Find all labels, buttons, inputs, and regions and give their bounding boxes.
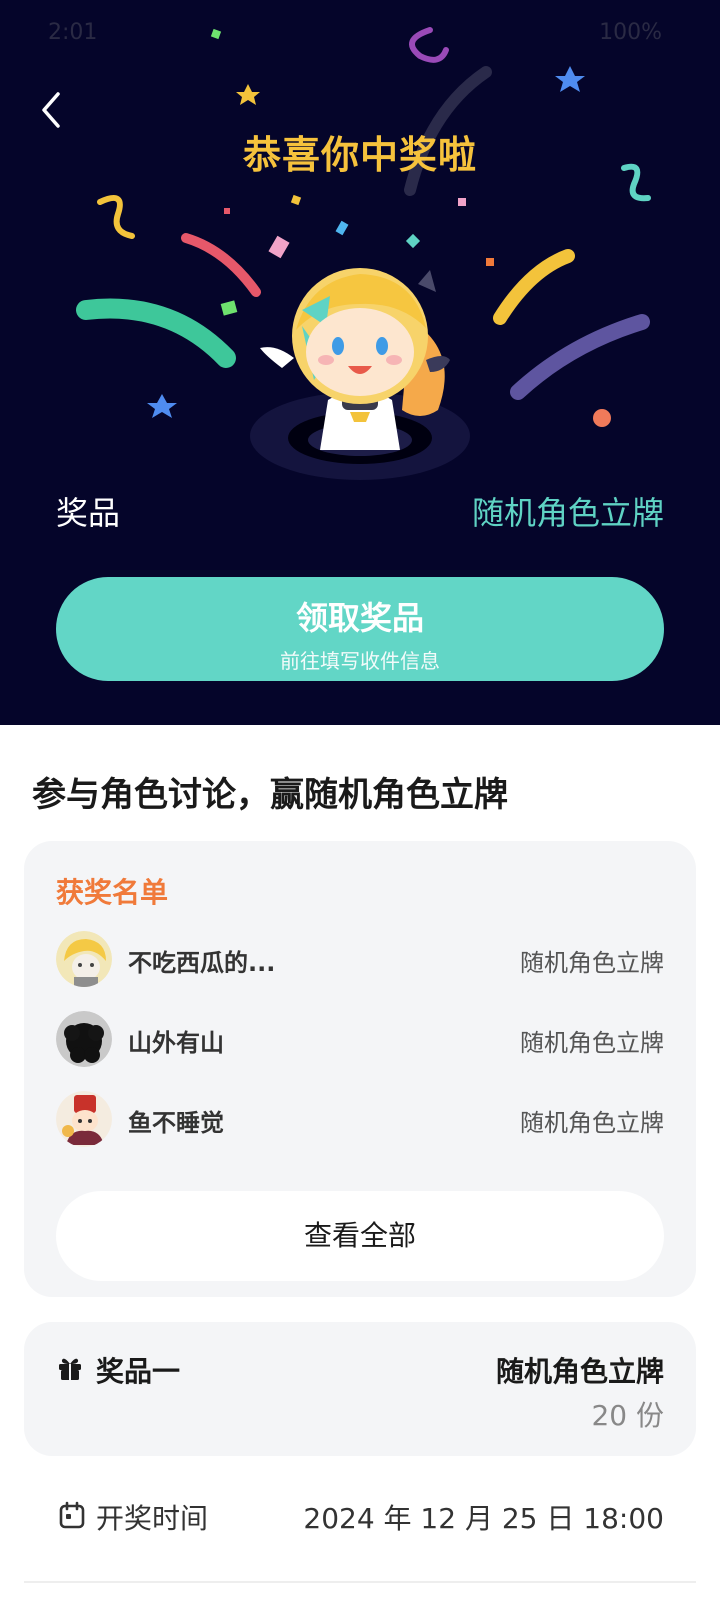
winners-heading: 获奖名单: [56, 876, 169, 909]
prize-value: 随机角色立牌: [471, 494, 664, 532]
winner-row[interactable]: 山外有山 随机角色立牌: [56, 1009, 664, 1069]
winner-name: 不吃西瓜的...: [128, 949, 276, 977]
claim-prize-button[interactable]: 领取奖品 前往填写收件信息: [56, 577, 664, 681]
page-title: 恭喜你中奖啦: [242, 133, 477, 177]
gift-icon: [59, 1358, 81, 1380]
winner-row[interactable]: 鱼不睡觉 随机角色立牌: [56, 1089, 664, 1149]
winner-prize: 随机角色立牌: [520, 1109, 664, 1137]
divider: [24, 1581, 696, 1583]
claim-prize-subtitle: 前往填写收件信息: [280, 649, 440, 673]
draw-time-row: 开奖时间 2024 年 12 月 25 日 18:00: [24, 1477, 696, 1557]
mascot-illustration: [250, 268, 470, 480]
activity-title: 参与角色讨论，赢随机角色立牌: [32, 775, 508, 815]
winner-name: 山外有山: [128, 1029, 224, 1057]
claim-prize-title: 领取奖品: [295, 599, 424, 637]
prize-card-label: 奖品一: [96, 1355, 181, 1388]
calendar-icon: [59, 1501, 85, 1529]
draw-time-label: 开奖时间: [96, 1502, 209, 1535]
prize-card-count: 20 份: [591, 1399, 664, 1432]
winner-prize: 随机角色立牌: [520, 1029, 664, 1057]
winner-name: 鱼不睡觉: [128, 1109, 224, 1137]
view-all-button[interactable]: 查看全部: [56, 1191, 664, 1281]
avatar: [56, 1091, 112, 1147]
avatar: [56, 931, 112, 987]
winners-card: 获奖名单 不吃西瓜的... 随机角色立牌 山外有山 随机角色立牌 鱼不睡觉 随机…: [24, 841, 696, 1297]
hero-section: 2:01 100% 恭喜你中奖啦 奖品 随机角色立牌 领取奖品 前往填写收件信息: [0, 0, 720, 725]
avatar: [56, 1011, 112, 1067]
view-all-label: 查看全部: [303, 1219, 416, 1252]
winner-row[interactable]: 不吃西瓜的... 随机角色立牌: [56, 929, 664, 989]
prize-label: 奖品: [56, 494, 121, 532]
content-section: 参与角色讨论，赢随机角色立牌 获奖名单 不吃西瓜的... 随机角色立牌 山外有山…: [0, 725, 720, 1600]
draw-time-value: 2024 年 12 月 25 日 18:00: [303, 1502, 664, 1535]
prize-card: 奖品一 随机角色立牌 20 份: [24, 1322, 696, 1456]
prize-card-value: 随机角色立牌: [495, 1355, 664, 1388]
winner-prize: 随机角色立牌: [520, 949, 664, 977]
prize-row: 奖品 随机角色立牌: [56, 482, 664, 532]
